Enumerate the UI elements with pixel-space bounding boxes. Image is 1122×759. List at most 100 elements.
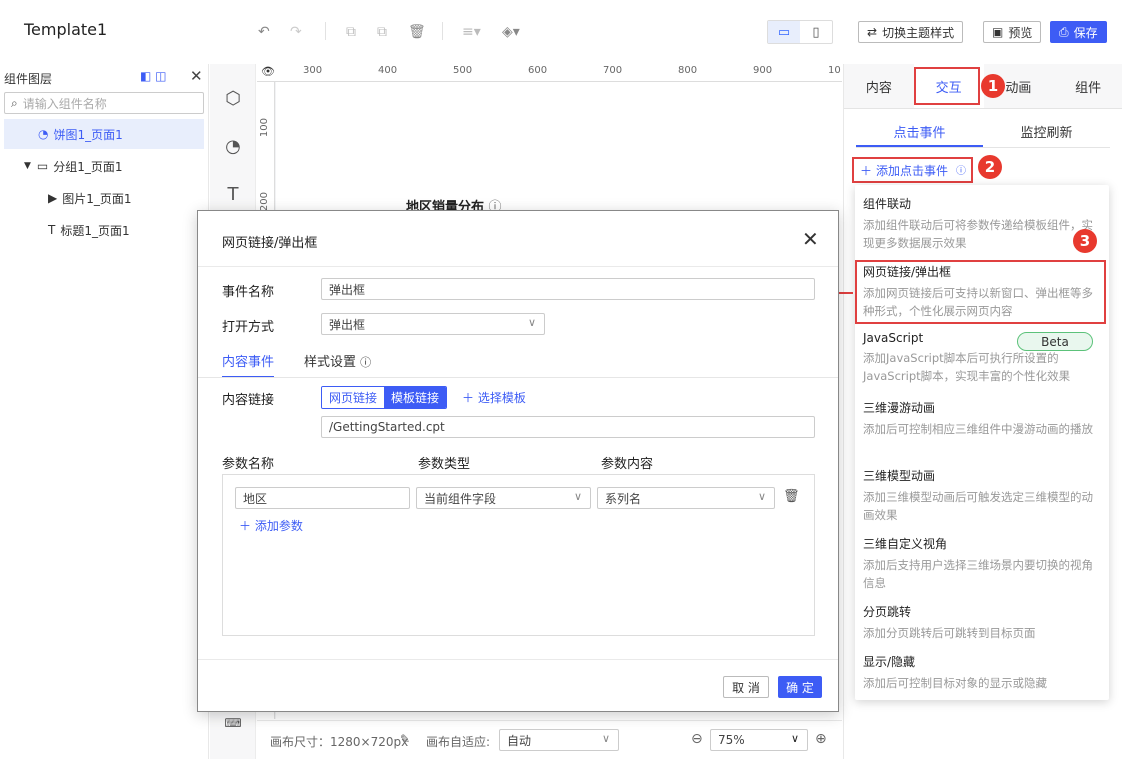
annotation-3: 3: [1073, 229, 1097, 253]
text-tool-icon[interactable]: T: [221, 184, 245, 205]
save-button[interactable]: ⎙ 保存: [1050, 21, 1107, 43]
dialog-footer: 取 消 确 定: [198, 659, 838, 711]
app-title: Template1: [24, 20, 108, 39]
menu-item-show-hide[interactable]: 显示/隐藏 添加后可控制目标对象的显示或隐藏: [863, 653, 1101, 692]
menu-item-3d-roam[interactable]: 三维漫游动画 添加后可控制相应三维组件中漫游动画的播放: [863, 399, 1101, 438]
preview-button[interactable]: ▣ 预览: [983, 21, 1042, 43]
chart-icon[interactable]: ◔: [221, 136, 245, 157]
copy-icon[interactable]: ⧉: [346, 24, 356, 40]
web-link-dialog: 网页链接/弹出框 ✕ 事件名称 弹出框 打开方式 弹出框 ∨ 内容事件 样式设置 …: [197, 210, 839, 712]
help-icon: ⓘ: [360, 356, 372, 369]
tab-content-event[interactable]: 内容事件: [222, 351, 275, 378]
layer-search-input[interactable]: ⌕ 请输入组件名称: [4, 92, 204, 114]
param-type-select[interactable]: 当前组件字段 ∨: [416, 487, 591, 509]
keyboard-icon[interactable]: ⌨: [221, 716, 245, 730]
chevron-down-icon: ∨: [601, 732, 610, 745]
caret-down-icon[interactable]: ▼: [24, 161, 31, 171]
redo-icon[interactable]: ↷: [290, 24, 302, 40]
param-name-header: 参数名称: [222, 457, 275, 472]
menu-item-linkage[interactable]: 组件联动 添加组件联动后可将参数传递给模板组件，实现更多数据展示效果: [863, 195, 1101, 252]
switch-theme-button[interactable]: ⇄ 切换主题样式: [858, 21, 964, 43]
layer-icon[interactable]: ◈▾: [502, 24, 520, 40]
tab-component[interactable]: 组件: [1053, 64, 1122, 108]
beta-badge: Beta: [1017, 332, 1093, 351]
menu-item-3d-view[interactable]: 三维自定义视角 添加后支持用户选择三维场景内要切换的视角信息: [863, 535, 1101, 592]
adapt-select[interactable]: 自动 ∨: [499, 729, 619, 751]
align-icon[interactable]: ≡▾: [462, 24, 481, 40]
chevron-down-icon: ∨: [757, 490, 766, 503]
tree-item-image[interactable]: ▶ 图片1_页面1: [4, 183, 204, 213]
tab-monitor-refresh[interactable]: 监控刷新: [983, 122, 1110, 147]
tab-style-settings[interactable]: 样式设置 ⓘ: [304, 351, 371, 378]
chevron-down-icon: ∨: [527, 316, 536, 329]
cube-icon[interactable]: ⬡: [221, 88, 245, 109]
ok-button[interactable]: 确 定: [778, 676, 822, 698]
pie-icon: ◔: [38, 127, 49, 141]
link-type-segment[interactable]: 网页链接 模板链接: [321, 386, 448, 409]
tree-item-pie[interactable]: ◔ 饼图1_页面1: [4, 119, 204, 149]
open-mode-select[interactable]: 弹出框 ∨: [321, 313, 545, 335]
undo-icon[interactable]: ↶: [258, 24, 270, 40]
param-table: 地区 当前组件字段 ∨ 系列名 ∨ 🗑 ＋ 添加参数: [222, 474, 815, 636]
tab-click-event[interactable]: 点击事件: [856, 122, 983, 147]
mobile-icon[interactable]: ▯: [800, 21, 832, 43]
save-icon: ⎙: [1059, 24, 1069, 39]
paste-icon[interactable]: ⧉: [377, 24, 387, 40]
delete-icon[interactable]: 🗑: [408, 24, 426, 40]
zoom-select[interactable]: 75% ∨: [710, 729, 808, 751]
dialog-title: 网页链接/弹出框: [222, 236, 318, 251]
param-content-header: 参数内容: [601, 457, 654, 472]
delete-param-icon[interactable]: 🗑: [783, 489, 800, 504]
text-icon: T: [48, 223, 56, 237]
annotation-2: 2: [978, 155, 1002, 179]
param-type-header: 参数类型: [418, 457, 471, 472]
param-content-select[interactable]: 系列名 ∨: [597, 487, 775, 509]
eye-icon[interactable]: 👁: [261, 65, 275, 78]
add-param-button[interactable]: ＋ 添加参数: [239, 517, 303, 534]
tab-content[interactable]: 内容: [844, 64, 914, 108]
select-template-button[interactable]: ＋ 选择模板: [462, 389, 526, 406]
swap-icon: ⇄: [867, 25, 878, 39]
open-mode-label: 打开方式: [222, 320, 275, 335]
desktop-icon[interactable]: ▭: [768, 21, 800, 43]
bottom-bar: 画布尺寸：1280×720px ✎ 画布自适应: 自动 ∨ ⊖ 75% ∨ ⊕: [257, 720, 842, 759]
folder-icon: ▭: [36, 159, 49, 173]
horizontal-ruler: 👁 300 400 500 600 700 800 900 10: [257, 64, 842, 82]
edit-icon[interactable]: ✎: [400, 732, 410, 746]
zoom-out-icon[interactable]: ⊖: [691, 731, 703, 747]
annotation-box-2: [852, 157, 973, 183]
monitor-icon: ▣: [992, 25, 1004, 39]
dialog-tabs: 内容事件 样式设置 ⓘ: [222, 351, 371, 378]
param-name-input[interactable]: 地区: [235, 487, 410, 509]
menu-item-page-jump[interactable]: 分页跳转 添加分页跳转后可跳转到目标页面: [863, 603, 1101, 642]
search-icon: ⌕: [11, 95, 18, 110]
template-link-option[interactable]: 模板链接: [384, 387, 447, 408]
plus-icon: ＋: [462, 391, 475, 405]
chevron-down-icon: ∨: [573, 490, 582, 503]
dialog-header: 网页链接/弹出框 ✕: [198, 211, 838, 267]
device-switch[interactable]: ▭ ▯: [767, 20, 833, 44]
interaction-subtabs: 点击事件 监控刷新: [856, 122, 1110, 148]
event-name-input[interactable]: 弹出框: [321, 278, 815, 300]
layers-title: 组件图层: [4, 72, 53, 86]
close-icon[interactable]: ✕: [802, 227, 819, 251]
image-icon: ▶: [48, 191, 58, 205]
layout-icon[interactable]: ◧ ◫: [140, 69, 167, 83]
annotation-box-1: [914, 67, 980, 105]
link-input[interactable]: /GettingStarted.cpt: [321, 416, 815, 438]
web-link-option[interactable]: 网页链接: [322, 387, 385, 408]
tree-item-group[interactable]: ▼ ▭ 分组1_页面1: [4, 151, 204, 181]
menu-item-javascript[interactable]: JavaScript Beta 添加JavaScript脚本后可执行所设置的Java…: [863, 331, 1101, 385]
annotation-1: 1: [981, 74, 1005, 98]
chevron-down-icon: ∨: [790, 732, 799, 745]
event-name-label: 事件名称: [222, 285, 275, 300]
zoom-in-icon[interactable]: ⊕: [815, 731, 827, 747]
layers-panel: 组件图层 ◧ ◫ ✕ ⌕ 请输入组件名称 ◔ 饼图1_页面1 ▼ ▭ 分组1_页面1…: [0, 64, 209, 759]
close-panel-icon[interactable]: ✕: [190, 67, 203, 85]
menu-item-3d-model[interactable]: 三维模型动画 添加三维模型动画后可触发选定三维模型的动画效果: [863, 467, 1101, 524]
content-link-label: 内容链接: [222, 393, 275, 408]
tree-item-title[interactable]: T 标题1_页面1: [4, 215, 204, 245]
plus-icon: ＋: [239, 519, 252, 533]
annotation-box-3: [855, 260, 1106, 324]
cancel-button[interactable]: 取 消: [723, 676, 769, 698]
